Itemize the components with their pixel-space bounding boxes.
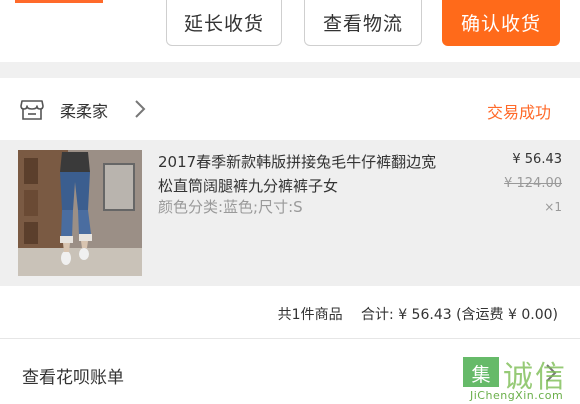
order-summary: 共1件商品 合计: ¥ 56.43 (含运费 ¥ 0.00) [0, 286, 580, 338]
order-status: 交易成功 [487, 103, 552, 122]
summary-text: 共1件商品 合计: ¥ 56.43 (含运费 ¥ 0.00) [274, 304, 558, 324]
accent-line [15, 0, 103, 3]
product-sku: 颜色分类:蓝色;尺寸:S [158, 198, 303, 216]
watermark-logo: 集 [463, 357, 499, 387]
product-price: ¥ 56.43 [512, 152, 562, 167]
shop-header[interactable]: 柔柔家 交易成功 [0, 78, 580, 140]
product-thumbnail[interactable] [18, 150, 142, 276]
product-quantity: ×1 [544, 200, 562, 214]
view-logistics-button[interactable]: 查看物流 [304, 0, 422, 46]
order-total: 合计: ¥ 56.43 (含运费 ¥ 0.00) [361, 307, 558, 323]
product-title[interactable]: 2017春季新款韩版拼接兔毛牛仔裤翻边宽松直筒阔腿裤九分裤裤子女 [158, 150, 448, 198]
original-price: ¥ 124.00 [504, 176, 562, 191]
item-count: 共1件商品 [277, 307, 343, 323]
store-icon [20, 100, 44, 120]
shop-name[interactable]: 柔柔家 [60, 98, 108, 122]
order-item[interactable]: 2017春季新款韩版拼接兔毛牛仔裤翻边宽松直筒阔腿裤九分裤裤子女 颜色分类:蓝色… [0, 140, 580, 286]
huabei-bill-label[interactable]: 查看花呗账单 [22, 363, 124, 388]
section-gap [0, 62, 580, 78]
confirm-receipt-button[interactable]: 确认收货 [442, 0, 560, 46]
watermark-subtext: JiChengXin.com [470, 389, 564, 402]
watermark-glyph: 集 [471, 364, 491, 386]
extend-receipt-button[interactable]: 延长收货 [166, 0, 282, 46]
chevron-right-icon [135, 100, 146, 118]
order-action-bar: 延长收货 查看物流 确认收货 [0, 0, 580, 62]
